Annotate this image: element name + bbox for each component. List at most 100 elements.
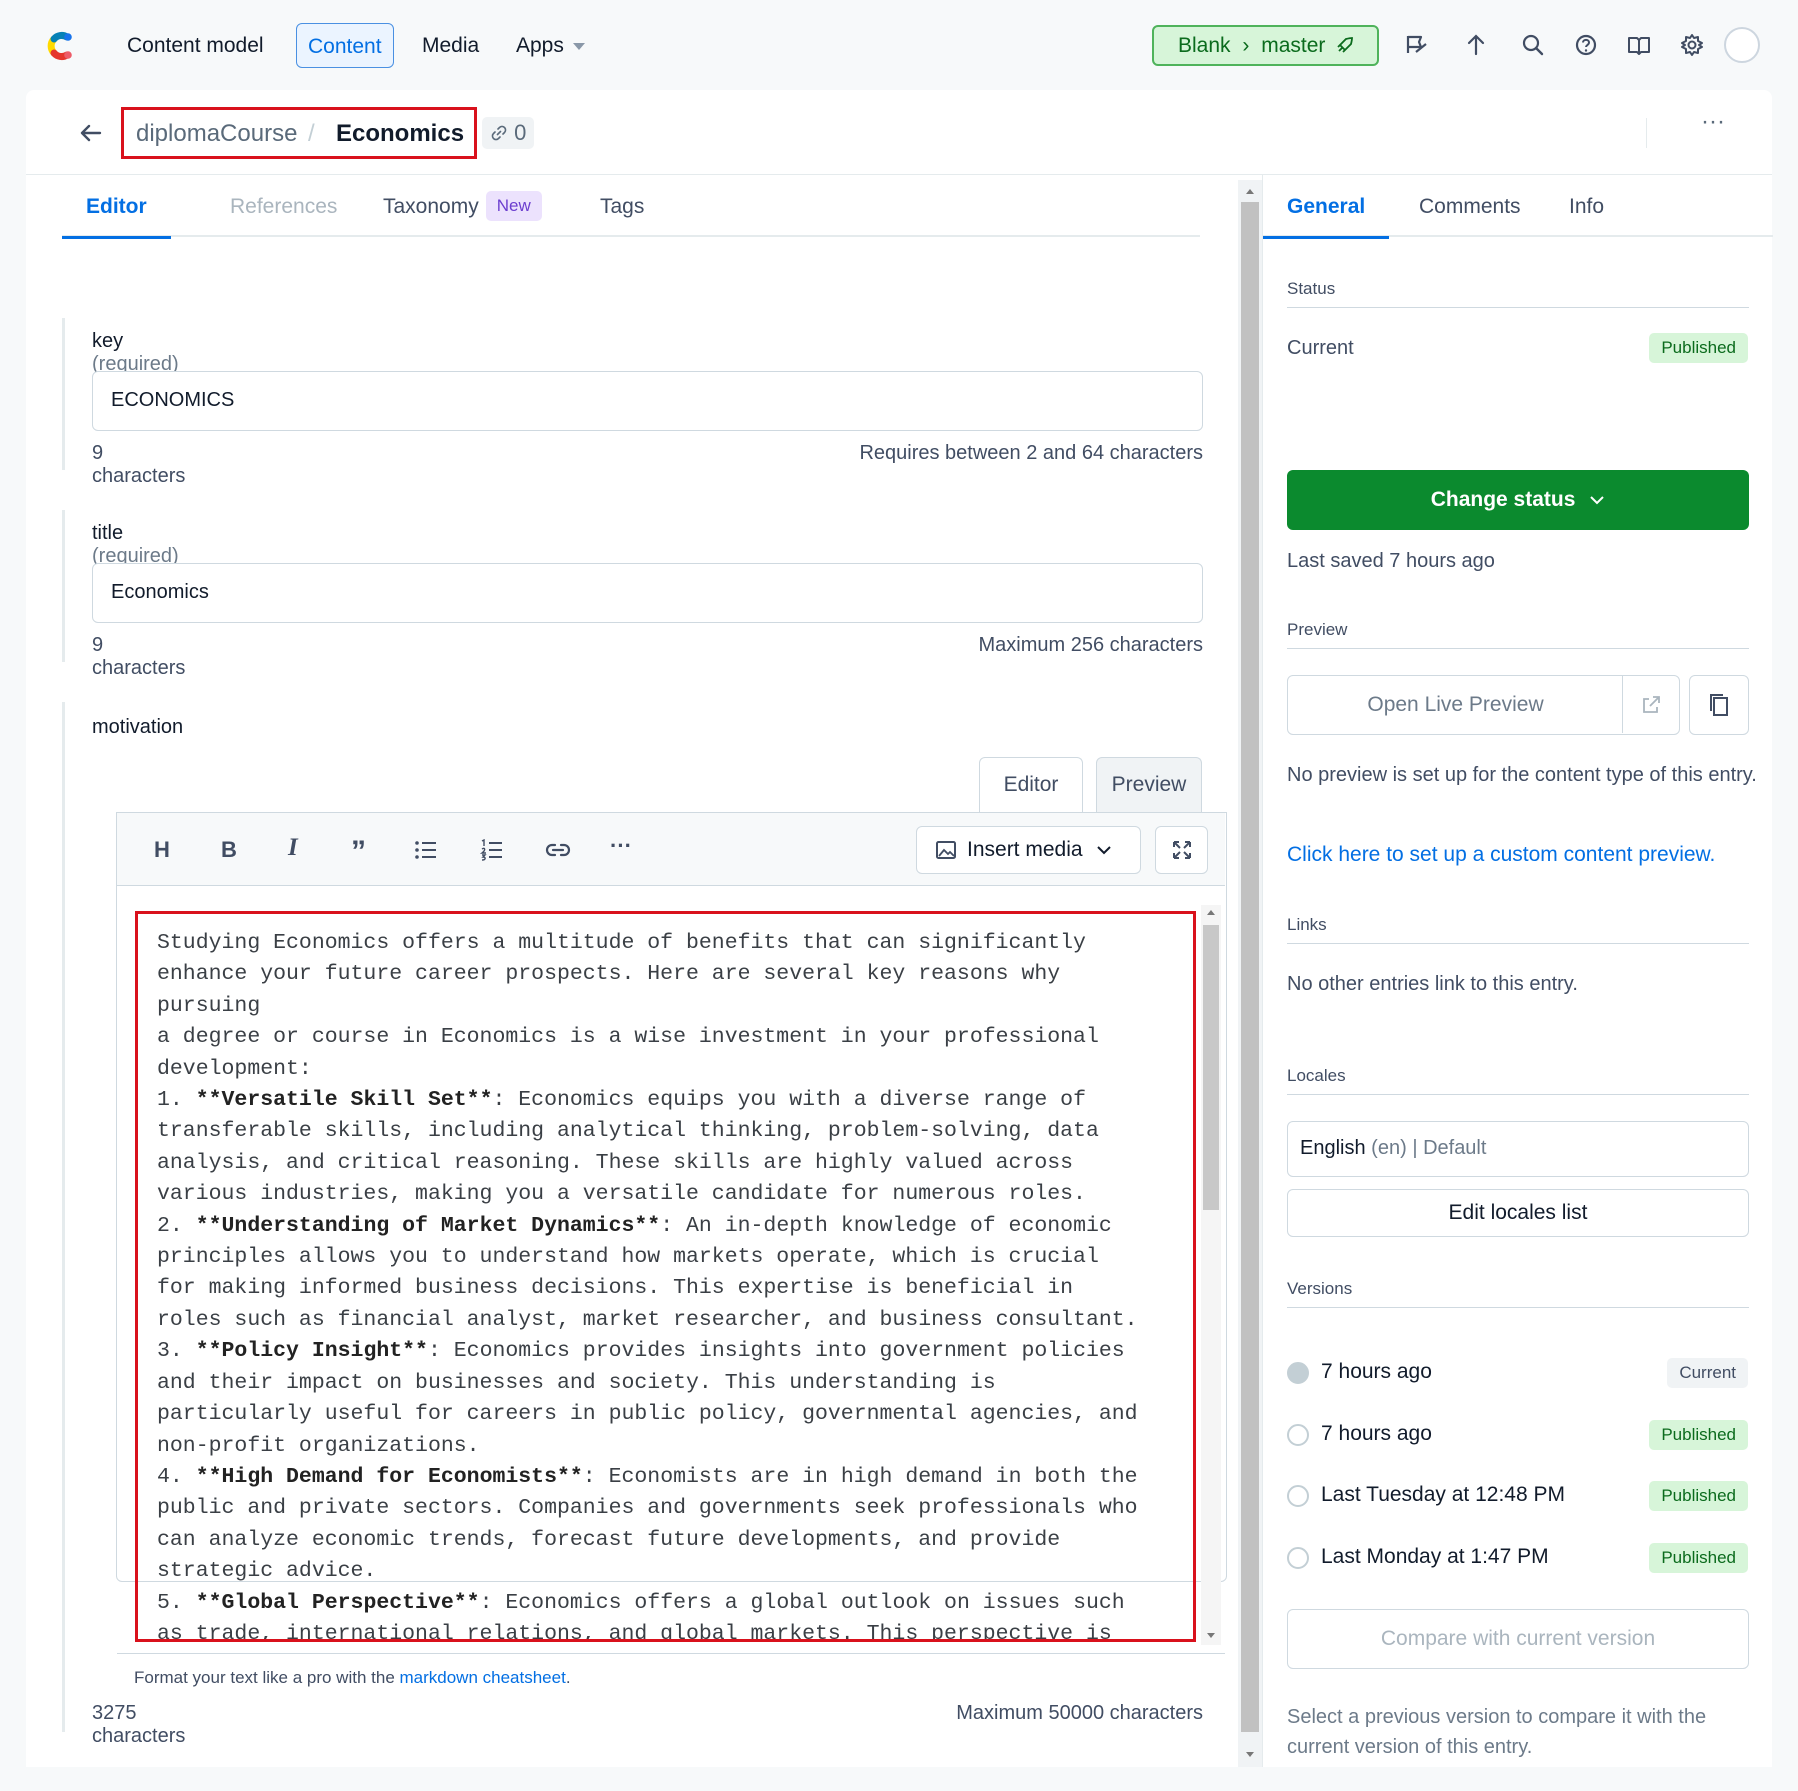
fullscreen-button[interactable] bbox=[1155, 826, 1208, 874]
nav-content-model[interactable]: Content model bbox=[116, 23, 275, 68]
avatar[interactable] bbox=[1724, 27, 1760, 63]
markdown-tab-preview[interactable]: Preview bbox=[1096, 757, 1202, 813]
env-branch-name: master bbox=[1261, 34, 1326, 57]
version-badge: Current bbox=[1667, 1358, 1748, 1388]
links-note: No other entries link to this entry. bbox=[1287, 973, 1578, 995]
breadcrumb-content-type[interactable]: diplomaCourse bbox=[136, 120, 297, 148]
markdown-cheatsheet-link[interactable]: markdown cheatsheet bbox=[400, 1668, 566, 1687]
key-input[interactable]: ECONOMICS bbox=[92, 371, 1203, 431]
status-section-heading: Status bbox=[1287, 279, 1749, 308]
field-key-name: key bbox=[92, 330, 124, 352]
version-radio[interactable] bbox=[1287, 1485, 1309, 1507]
version-badge: Published bbox=[1649, 1481, 1748, 1511]
markdown-line: development: bbox=[157, 1056, 312, 1081]
links-section-heading: Links bbox=[1287, 915, 1749, 944]
compare-versions-button[interactable]: Compare with current version bbox=[1287, 1609, 1749, 1669]
nav-apps-label: Apps bbox=[516, 34, 564, 57]
help-icon[interactable] bbox=[1571, 30, 1601, 60]
version-radio[interactable] bbox=[1287, 1362, 1309, 1384]
locale-default: | Default bbox=[1412, 1137, 1487, 1159]
heading-button[interactable]: H bbox=[154, 837, 170, 863]
italic-button[interactable]: I bbox=[288, 834, 298, 862]
copy-preview-url-button[interactable] bbox=[1689, 675, 1749, 735]
insert-media-label: Insert media bbox=[967, 838, 1083, 861]
markdown-line: enhance your future career prospects. He… bbox=[157, 962, 1061, 1018]
markdown-point-number: 3. bbox=[157, 1339, 196, 1364]
markdown-point-title: **Policy Insight** bbox=[195, 1339, 428, 1364]
markdown-point-title: **Global Perspective** bbox=[195, 1590, 480, 1615]
markdown-content: Studying Economics offers a multitude of… bbox=[138, 914, 1148, 1639]
tab-general[interactable]: General bbox=[1262, 175, 1390, 239]
link-icon[interactable] bbox=[545, 840, 571, 860]
sidebar-tabs: General Comments Info bbox=[1262, 175, 1773, 239]
book-icon[interactable] bbox=[1624, 30, 1654, 60]
feedback-icon[interactable] bbox=[1402, 30, 1432, 60]
markdown-footer-suffix: . bbox=[565, 1668, 571, 1687]
locale-selector[interactable]: English (en) | Default bbox=[1287, 1121, 1749, 1177]
change-status-button[interactable]: Change status bbox=[1287, 470, 1749, 530]
title-char-rule: Maximum 256 characters bbox=[978, 634, 1203, 656]
key-char-rule: Requires between 2 and 64 characters bbox=[859, 442, 1203, 464]
versions-section-heading: Versions bbox=[1287, 1279, 1749, 1308]
edit-locales-button[interactable]: Edit locales list bbox=[1287, 1189, 1749, 1237]
more-actions-icon[interactable]: ··· bbox=[1701, 108, 1725, 136]
nav-apps[interactable]: Apps bbox=[505, 23, 596, 68]
references-count-badge[interactable]: 0 bbox=[482, 117, 535, 149]
chevron-down-icon bbox=[1097, 846, 1112, 855]
bold-button[interactable]: B bbox=[221, 837, 237, 863]
env-space-name: Blank bbox=[1178, 34, 1231, 57]
quote-button[interactable]: ” bbox=[351, 835, 366, 869]
versions-note: Select a previous version to compare it … bbox=[1287, 1706, 1707, 1758]
change-status-label: Change status bbox=[1430, 488, 1576, 511]
tab-info[interactable]: Info bbox=[1569, 175, 1604, 237]
upload-arrow-icon[interactable] bbox=[1461, 30, 1491, 60]
contentful-logo-icon[interactable] bbox=[40, 26, 80, 66]
bullet-list-icon[interactable] bbox=[414, 839, 438, 861]
title-input[interactable]: Economics bbox=[92, 563, 1203, 623]
status-badge: Published bbox=[1649, 333, 1748, 363]
tab-comments[interactable]: Comments bbox=[1419, 175, 1521, 237]
markdown-textarea[interactable]: Studying Economics offers a multitude of… bbox=[135, 911, 1196, 1642]
markdown-point-number: 1. bbox=[157, 1088, 196, 1113]
field-motivation: motivation 3275 characters Maximum 50000… bbox=[62, 702, 1203, 1747]
version-radio[interactable] bbox=[1287, 1424, 1309, 1446]
arrow-left-icon[interactable] bbox=[76, 118, 106, 148]
tab-editor[interactable]: Editor bbox=[62, 175, 171, 239]
nav-content[interactable]: Content bbox=[296, 23, 394, 68]
breadcrumb-separator: / bbox=[308, 120, 315, 147]
tab-tags[interactable]: Tags bbox=[600, 175, 644, 237]
references-count: 0 bbox=[514, 120, 527, 145]
search-icon[interactable] bbox=[1518, 30, 1548, 60]
field-title: title (required) Economics 9 characters … bbox=[62, 510, 1203, 679]
setup-preview-link[interactable]: Click here to set up a custom content pr… bbox=[1287, 843, 1715, 867]
tab-references[interactable]: References bbox=[230, 175, 337, 237]
top-navigation: Content model Content Media Apps Blank ›… bbox=[0, 0, 1798, 90]
markdown-tab-editor[interactable]: Editor bbox=[979, 757, 1083, 813]
environment-switcher[interactable]: Blank › master bbox=[1152, 25, 1379, 66]
numbered-list-icon[interactable] bbox=[480, 839, 504, 861]
markdown-footer-text: Format your text like a pro with the bbox=[134, 1668, 400, 1687]
nav-media[interactable]: Media bbox=[411, 23, 490, 68]
textarea-scrollbar[interactable] bbox=[1201, 905, 1221, 1645]
tab-taxonomy[interactable]: Taxonomy New bbox=[383, 175, 542, 237]
preview-note: No preview is set up for the content typ… bbox=[1287, 764, 1757, 786]
open-live-preview-button[interactable]: Open Live Preview bbox=[1287, 675, 1680, 735]
entry-sidebar: General Comments Info Status Current Pub… bbox=[1262, 175, 1773, 1767]
rocket-icon bbox=[1337, 37, 1354, 53]
locales-section-heading: Locales bbox=[1287, 1066, 1749, 1095]
more-formatting-icon[interactable]: ··· bbox=[610, 833, 632, 859]
field-motivation-label: motivation bbox=[92, 716, 184, 738]
markdown-editor: H B I ” ··· Insert media Studying Econom… bbox=[116, 812, 1227, 1703]
main-scrollbar[interactable] bbox=[1238, 180, 1262, 1767]
breadcrumb: diplomaCourse / Economics bbox=[121, 107, 477, 159]
markdown-line: a degree or course in Economics is a wis… bbox=[157, 1025, 1099, 1050]
expand-icon bbox=[1173, 841, 1191, 859]
insert-media-button[interactable]: Insert media bbox=[916, 826, 1141, 874]
markdown-point-number: 5. bbox=[157, 1590, 196, 1615]
page-title: Economics bbox=[336, 120, 465, 147]
gear-icon[interactable] bbox=[1677, 30, 1707, 60]
header-divider bbox=[1646, 118, 1647, 148]
version-radio[interactable] bbox=[1287, 1547, 1309, 1569]
markdown-point-number: 4. bbox=[157, 1464, 196, 1489]
markdown-toolbar: H B I ” ··· Insert media bbox=[117, 813, 1225, 886]
